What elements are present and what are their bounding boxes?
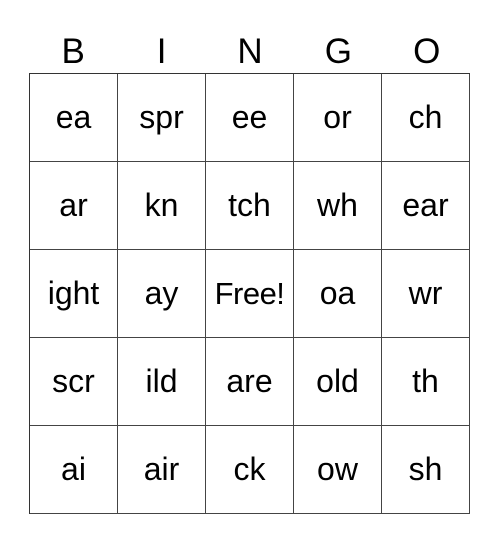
bingo-cell[interactable]: ee [206, 74, 294, 162]
bingo-cell[interactable]: wr [382, 250, 470, 338]
bingo-cell[interactable]: or [294, 74, 382, 162]
bingo-card-grid: ea spr ee or ch ar kn tch wh ear ight ay… [29, 73, 470, 514]
bingo-cell[interactable]: scr [30, 338, 118, 426]
bingo-cell[interactable]: tch [206, 162, 294, 250]
bingo-cell[interactable]: kn [118, 162, 206, 250]
bingo-cell[interactable]: ea [30, 74, 118, 162]
bingo-cell[interactable]: ear [382, 162, 470, 250]
header-letter-o: O [413, 32, 441, 71]
header-letter-n: N [237, 32, 263, 71]
bingo-cell[interactable]: old [294, 338, 382, 426]
bingo-cell[interactable]: ild [118, 338, 206, 426]
bingo-cell[interactable]: ck [206, 426, 294, 514]
bingo-cell[interactable]: ay [118, 250, 206, 338]
bingo-header: B I N G O [29, 30, 471, 73]
free-space-cell[interactable]: Free! [206, 250, 294, 338]
bingo-cell[interactable]: spr [118, 74, 206, 162]
bingo-cell[interactable]: ai [30, 426, 118, 514]
bingo-cell[interactable]: sh [382, 426, 470, 514]
bingo-cell[interactable]: ar [30, 162, 118, 250]
header-letter-g: G [324, 32, 352, 71]
bingo-cell[interactable]: wh [294, 162, 382, 250]
bingo-cell[interactable]: oa [294, 250, 382, 338]
bingo-cell[interactable]: th [382, 338, 470, 426]
bingo-cell[interactable]: ow [294, 426, 382, 514]
bingo-cell[interactable]: are [206, 338, 294, 426]
bingo-cell[interactable]: ch [382, 74, 470, 162]
header-letter-i: I [156, 32, 167, 71]
header-letter-b: B [61, 32, 85, 71]
bingo-cell[interactable]: air [118, 426, 206, 514]
bingo-cell[interactable]: ight [30, 250, 118, 338]
